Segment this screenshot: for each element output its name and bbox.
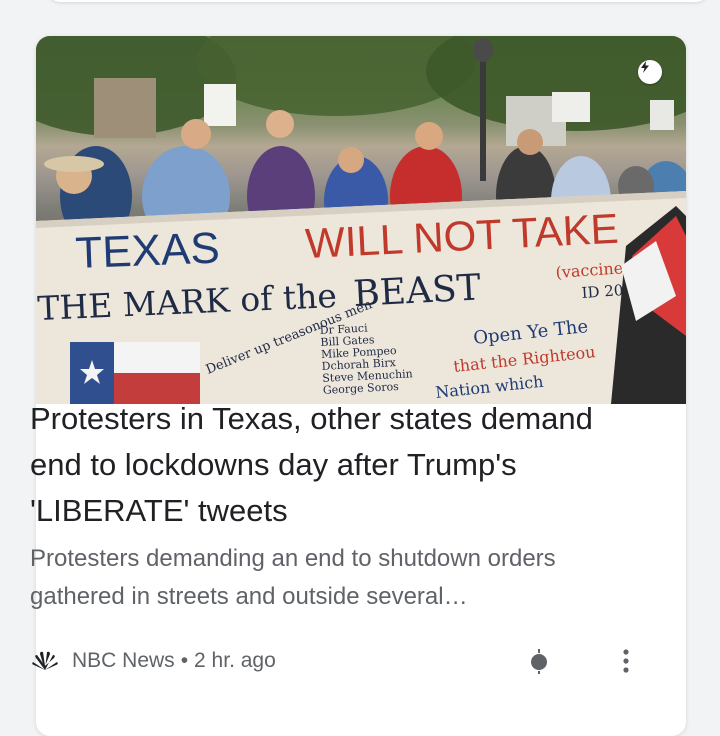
previous-card-edge xyxy=(48,0,708,2)
amp-badge xyxy=(638,60,662,84)
news-card[interactable]: TEXAS WILL NOT TAKE THE MARK of the BEAS… xyxy=(36,36,686,736)
card-footer: NBC News • 2 hr. ago xyxy=(30,648,640,674)
article-headline[interactable]: Protesters in Texas, other states demand… xyxy=(30,396,630,534)
reaction-icon[interactable] xyxy=(528,648,550,674)
article-snippet: Protesters demanding an end to shutdown … xyxy=(30,545,556,610)
more-vert-icon[interactable] xyxy=(622,648,630,674)
lightning-icon xyxy=(641,61,649,73)
article-photo[interactable]: TEXAS WILL NOT TAKE THE MARK of the BEAS… xyxy=(36,36,686,404)
banner-line1-a: TEXAS xyxy=(75,223,221,278)
footer-separator: • xyxy=(180,649,189,672)
protest-photo-illustration: TEXAS WILL NOT TAKE THE MARK of the BEAS… xyxy=(36,36,686,404)
source-name[interactable]: NBC News xyxy=(72,649,175,673)
nbc-peacock-icon xyxy=(32,651,58,670)
publish-time: 2 hr. ago xyxy=(194,649,276,672)
